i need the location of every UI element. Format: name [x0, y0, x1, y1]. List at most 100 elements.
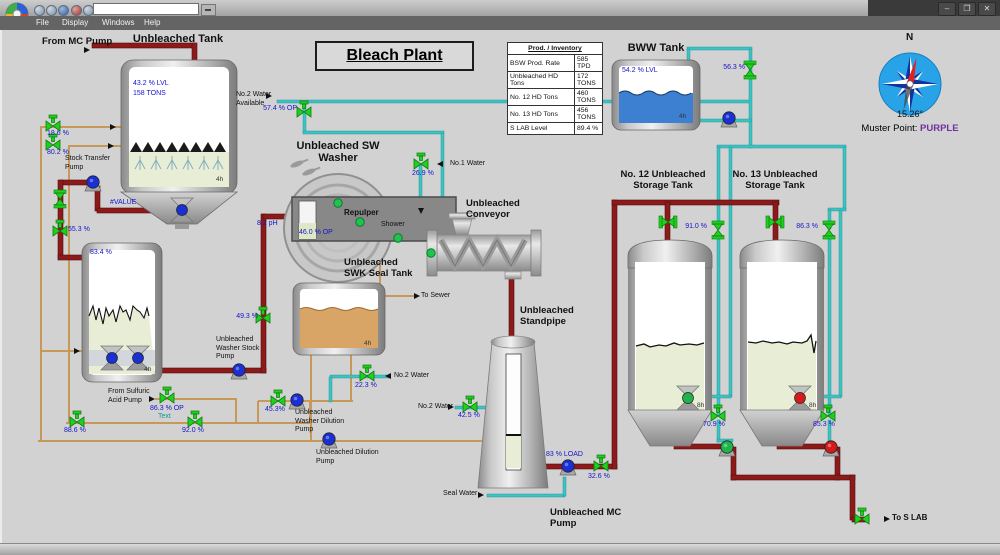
stock-transfer-pump-label: Stock Transfer Pump [65, 155, 125, 172]
toolbar-button[interactable] [71, 5, 82, 16]
muster-label: Muster Point: [861, 123, 917, 134]
valve-563-readout: 56.3 % [716, 64, 745, 73]
toolbar-button[interactable] [58, 5, 69, 16]
valve-269-readout: 26.9 % [412, 170, 434, 179]
tank13-pump [823, 441, 839, 456]
valve-886 [70, 411, 84, 427]
valve-425-readout: 42.5 % [458, 412, 480, 421]
title-bar: – ❐ ✕ [0, 0, 1000, 17]
stock-tank[interactable] [82, 243, 162, 382]
valve-863b-readout: 86.3 % [790, 223, 818, 232]
valve-563 [744, 61, 756, 79]
stock-tank-level: 83.4 % [90, 249, 112, 258]
storage-tank-13[interactable] [740, 240, 824, 446]
washer-dilution-pump-label: Unbleached Washer Dilution Pump [295, 409, 357, 435]
spray-valve-1 [46, 115, 60, 131]
valve-453 [271, 390, 285, 406]
unbleached-standpipe[interactable] [478, 336, 548, 488]
mc-pump-load: 83 % LOAD [546, 451, 583, 460]
plant-title-box: Bleach Plant [315, 41, 474, 71]
menu-help[interactable]: Help [140, 16, 164, 30]
plant-title: Bleach Plant [346, 47, 442, 64]
conveyor-title: Unbleached Conveyor [466, 198, 530, 220]
compass-north-label: N [906, 34, 913, 43]
valve-853-readout: 85.3 % [813, 421, 835, 430]
mc-pump [560, 460, 576, 475]
menu-windows[interactable]: Windows [98, 16, 138, 30]
tank12-pump [719, 441, 735, 456]
unbleached-tank-level: 43.2 % LVL [133, 80, 169, 89]
trend-link[interactable]: 4h [144, 366, 151, 375]
valve-223-readout: 22.3 % [355, 382, 377, 391]
sulfuric-label: From Sulfuric Acid Pump [108, 388, 158, 405]
muster-value: PURPLE [920, 123, 959, 134]
dilution-pump [321, 433, 337, 448]
compass [879, 53, 941, 115]
valve-553-readout: 55.3 % [68, 226, 90, 235]
sulfuric-valve [160, 387, 174, 403]
valve-709-readout: 70.9 % [703, 421, 725, 430]
valve-186-readout: 18.6 % [47, 130, 69, 139]
collapse-button[interactable] [201, 4, 216, 16]
hmi-window: From MC Pump Unbleached Tank 43.2 % LVL … [0, 0, 1000, 555]
no2-water-seal-label: No.2 Water [394, 372, 429, 381]
sw-washer-title: Unbleached SW Washer [278, 140, 398, 164]
toolbar-button[interactable] [46, 5, 57, 16]
table-row: No. 13 HD Tons456 TONS [508, 106, 603, 123]
compass-bearing: 15.26° [885, 110, 935, 119]
bww-level: 54.2 % LVL [622, 67, 658, 76]
menu-bar: File Display Windows Help [0, 16, 1000, 30]
maximize-button[interactable]: ❐ [958, 2, 976, 16]
bww-pump [721, 112, 737, 127]
valve-910-readout: 91.0 % [679, 223, 707, 232]
trend-link[interactable]: 8h [697, 402, 704, 411]
valve-910 [712, 221, 724, 239]
seal-water-label: Seal Water [443, 490, 477, 499]
unbleached-tank-title: Unbleached Tank [120, 33, 236, 45]
window-bottom-edge [0, 543, 1000, 555]
valve-886-readout: 88.6 % [64, 427, 86, 436]
menu-file[interactable]: File [32, 16, 53, 30]
toolbar-button[interactable] [34, 5, 45, 16]
unbleached-tank-tons: 158 TONS [133, 90, 166, 99]
table-row: BSW Prod. Rate585 TPD [508, 55, 603, 72]
tank13-title: No. 13 Unbleached Storage Tank [719, 169, 831, 191]
valve-453-readout: 45.3% [265, 406, 285, 415]
inventory-title: Prod. / Inventory [508, 43, 603, 55]
valve-574-readout: 57.4 % OP [250, 105, 297, 114]
bww-tank-title: BWW Tank [616, 42, 696, 54]
minimize-button[interactable]: – [938, 2, 956, 16]
valve-326-readout: 32.6 % [588, 473, 610, 482]
menu-display[interactable]: Display [58, 16, 92, 30]
address-input[interactable] [93, 3, 199, 15]
from-mc-pump-label: From MC Pump [42, 36, 112, 47]
ph-readout: 8.2 pH [257, 220, 278, 229]
table-row: No. 12 HD Tons460 TONS [508, 89, 603, 106]
storage-tank-12[interactable] [628, 240, 712, 446]
trend-link[interactable]: 8h [809, 402, 816, 411]
valve-920 [188, 411, 202, 427]
value-error-tag: #VALUE [110, 199, 136, 208]
seal-tank-title: Unbleached SWK Seal Tank [344, 257, 416, 279]
muster-point: Muster Point: PURPLE [848, 123, 972, 134]
close-button[interactable]: ✕ [978, 2, 996, 16]
no2-water-sp-label: No.2 Water [418, 403, 453, 412]
to-sewer-label: To Sewer [421, 292, 450, 301]
trend-link[interactable]: 4h [216, 176, 223, 185]
washer-stock-pump-label: Unbleached Washer Stock Pump [216, 336, 268, 362]
check-valve [54, 190, 66, 208]
inventory-table: Prod. / Inventory BSW Prod. Rate585 TPD … [507, 42, 603, 135]
valve-425 [463, 396, 477, 412]
valve-863b [823, 221, 835, 239]
standpipe-title: Unbleached Standpipe [520, 305, 584, 327]
valve-493-readout: 49.3 % [226, 313, 258, 322]
valve-920-readout: 92.0 % [182, 427, 204, 436]
washer-dilution-pump [289, 394, 305, 409]
washer-stock-pump [231, 364, 247, 379]
sulfuric-tag: Text [158, 413, 171, 422]
trend-link[interactable]: 4h [679, 113, 686, 122]
table-row: Unbleached HD Tons172 TONS [508, 72, 603, 89]
no1-water-label: No.1 Water [450, 160, 485, 169]
table-row: S LAB Level89.4 % [508, 123, 603, 135]
trend-link[interactable]: 4h [364, 340, 371, 349]
